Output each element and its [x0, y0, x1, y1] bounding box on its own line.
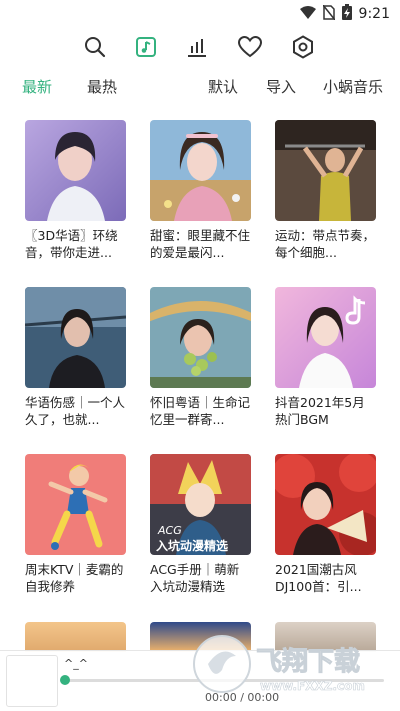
- mini-player: ^_^ 00:00 / 00:00: [0, 650, 400, 711]
- playlist-cover-partial[interactable]: [275, 622, 376, 652]
- playlist-title: 抖音2021年5月热门BGM: [275, 395, 365, 427]
- acg-caption: 入坑动漫精选: [156, 538, 228, 553]
- playlist-cover-partial[interactable]: [150, 622, 251, 652]
- playlist-title: 周末KTV｜麦霸的自我修养: [25, 562, 124, 594]
- tab-hottest[interactable]: 最热: [87, 76, 117, 97]
- settings-hex-icon[interactable]: [289, 33, 317, 61]
- player-track-label: ^_^: [64, 657, 88, 670]
- status-time: 9:21: [358, 6, 390, 22]
- playlist-card[interactable]: 怀旧粤语｜生命记忆里一群寄...: [150, 287, 251, 428]
- playlist-cover-partial[interactable]: [25, 622, 126, 652]
- playlist-title: 华语伤感｜一个人久了，也就...: [25, 395, 126, 427]
- battery-charging-icon: [341, 4, 352, 24]
- search-icon[interactable]: [81, 33, 109, 61]
- playlist-title: 〖3D华语〗环绕音，带你走进...: [25, 228, 118, 260]
- playlist-card[interactable]: 周末KTV｜麦霸的自我修养: [25, 454, 126, 595]
- no-sim-icon: [321, 4, 336, 24]
- wifi-icon: [299, 5, 316, 24]
- equalizer-icon[interactable]: [183, 33, 211, 61]
- tab-xiaowo-music[interactable]: 小蜗音乐: [323, 76, 383, 97]
- playlist-cover: ACG 入坑动漫精选: [150, 454, 251, 555]
- playlist-title: ACG手册｜萌新入坑动漫精选: [150, 562, 240, 594]
- playlist-card[interactable]: 2021国潮古风DJ100首：引...: [275, 454, 376, 595]
- music-library-icon[interactable]: [132, 33, 160, 61]
- playlist-card[interactable]: 抖音2021年5月热门BGM: [275, 287, 376, 428]
- playlist-card[interactable]: 〖3D华语〗环绕音，带你走进...: [25, 120, 126, 261]
- playlist-card[interactable]: 运动：带点节奏，每个细胞...: [275, 120, 376, 261]
- progress-bar[interactable]: [60, 675, 384, 685]
- playlist-card[interactable]: 华语伤感｜一个人久了，也就...: [25, 287, 126, 428]
- playlist-title: 2021国潮古风DJ100首：引...: [275, 562, 362, 594]
- playlist-cover: [275, 120, 376, 221]
- player-cover[interactable]: [6, 655, 58, 707]
- status-bar: 9:21: [0, 0, 400, 28]
- category-tabs: 最新 最热 默认 导入 小蜗音乐: [0, 76, 400, 100]
- playlist-title: 甜蜜：眼里藏不住的爱是最闪...: [150, 228, 251, 260]
- tab-default[interactable]: 默认: [208, 76, 238, 97]
- progress-knob[interactable]: [60, 675, 70, 685]
- playlist-title: 运动：带点节奏，每个细胞...: [275, 228, 376, 260]
- playlist-card[interactable]: ACG 入坑动漫精选 ACG手册｜萌新入坑动漫精选: [150, 454, 251, 595]
- playlist-card[interactable]: 甜蜜：眼里藏不住的爱是最闪...: [150, 120, 251, 261]
- heart-icon[interactable]: [236, 33, 264, 61]
- playlist-cover: [275, 287, 376, 388]
- playlist-title: 怀旧粤语｜生命记忆里一群寄...: [150, 395, 251, 427]
- partial-row: [25, 622, 376, 652]
- playlist-cover: [150, 120, 251, 221]
- player-time: 00:00 / 00:00: [205, 691, 280, 704]
- playlist-cover: [150, 287, 251, 388]
- playlist-cover: [25, 120, 126, 221]
- tab-latest[interactable]: 最新: [22, 76, 52, 97]
- status-icons: 9:21: [299, 4, 390, 24]
- playlist-cover: [275, 454, 376, 555]
- tab-import[interactable]: 导入: [266, 76, 296, 97]
- playlist-cover: [25, 287, 126, 388]
- playlist-cover: [25, 454, 126, 555]
- acg-label: ACG: [157, 524, 182, 537]
- top-toolbar: [0, 33, 400, 65]
